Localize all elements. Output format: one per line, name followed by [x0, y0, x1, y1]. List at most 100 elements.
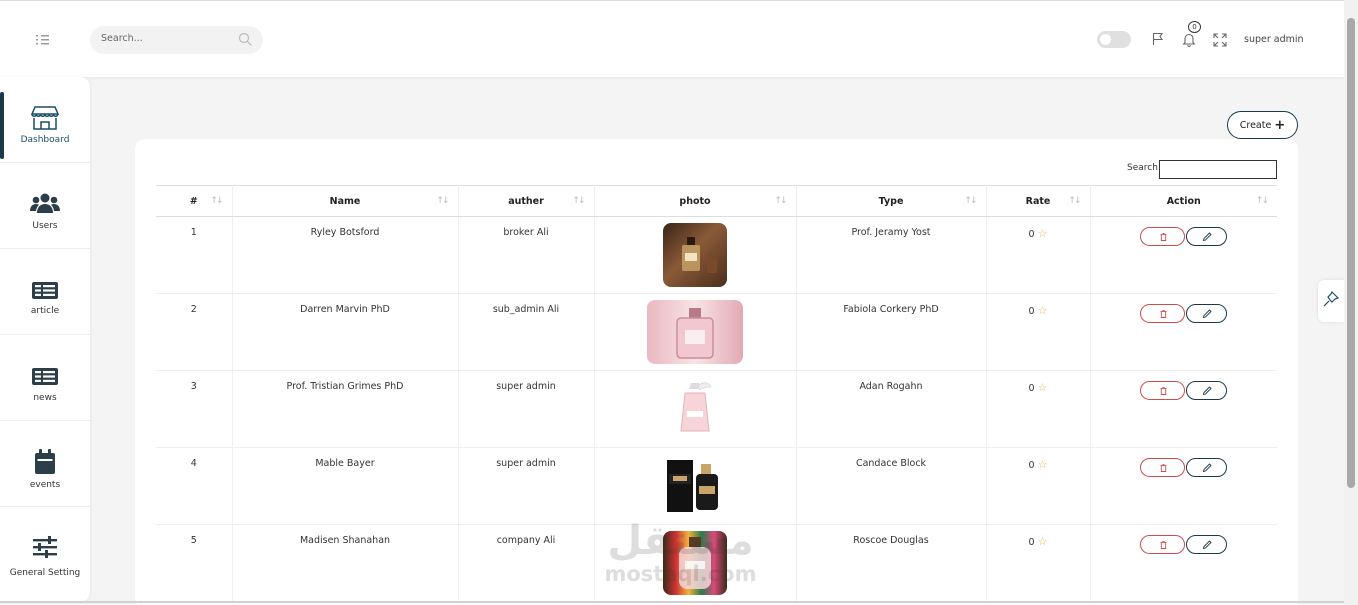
rate-value: 0	[1028, 537, 1035, 548]
news-icon	[29, 366, 61, 394]
sort-icon[interactable]: ↑↓	[1256, 196, 1269, 206]
sidebar-item-news[interactable]: news	[0, 335, 90, 421]
cell-auther: super admin	[458, 370, 595, 448]
menu-toggle-icon[interactable]	[33, 32, 55, 48]
theme-toggle[interactable]	[1097, 31, 1131, 48]
cell-auther: sub_admin Ali	[458, 293, 595, 371]
sidebar-item-label: events	[29, 480, 61, 490]
cell-name: Darren Marvin PhD	[232, 293, 459, 371]
sliders-icon	[29, 534, 61, 562]
calendar-icon	[29, 448, 61, 476]
cell-actions	[1090, 293, 1277, 371]
table-row: 4 Mable Bayer super admin Candace Block …	[156, 447, 1277, 525]
search-input[interactable]	[101, 33, 231, 44]
sort-icon[interactable]: ↑↓	[572, 196, 585, 206]
column-header-photo[interactable]: photo ↑↓	[594, 185, 797, 217]
trash-icon	[1160, 387, 1167, 395]
sidebar-item-label: Users	[32, 221, 58, 231]
table-search-label: Search:	[1127, 163, 1161, 173]
bell-icon[interactable]	[1182, 32, 1196, 50]
delete-button[interactable]	[1140, 227, 1186, 246]
user-menu[interactable]: super admin	[1244, 34, 1304, 45]
sidebar-item-dashboard[interactable]: Dashboard	[0, 77, 90, 163]
cell-id: 5	[156, 524, 233, 602]
cell-id: 1	[156, 216, 233, 294]
sidebar-item-label: news	[33, 393, 57, 403]
fullscreen-icon[interactable]	[1213, 33, 1227, 50]
column-header-action[interactable]: Action ↑↓	[1090, 185, 1277, 217]
cell-rate: 0 ☆	[986, 447, 1091, 525]
watermark-latin: mostaql.com	[604, 562, 757, 586]
rate-value: 0	[1028, 229, 1035, 240]
column-header-type[interactable]: Type ↑↓	[796, 185, 987, 217]
column-header-id[interactable]: # ↑↓	[156, 185, 233, 217]
cell-id: 2	[156, 293, 233, 371]
sort-icon[interactable]: ↑↓	[964, 196, 977, 206]
pencil-icon	[1203, 463, 1212, 473]
star-icon: ☆	[1037, 458, 1048, 471]
delete-button[interactable]	[1140, 304, 1186, 323]
delete-button[interactable]	[1140, 381, 1186, 400]
create-button[interactable]: Create +	[1227, 111, 1298, 139]
scrollbar-thumb[interactable]	[1347, 18, 1355, 488]
cell-type: Roscoe Douglas	[796, 524, 987, 602]
watermark-arabic: مستقل	[607, 518, 754, 564]
users-icon	[29, 192, 61, 220]
edit-button[interactable]	[1186, 535, 1228, 554]
sidebar-item-article[interactable]: article	[0, 249, 90, 335]
product-photo[interactable]	[663, 377, 727, 441]
top-bar: 0 super admin	[0, 0, 1344, 77]
cell-name: Mable Bayer	[232, 447, 459, 525]
table-row: 3 Prof. Tristian Grimes PhD super admin …	[156, 370, 1277, 448]
sidebar-item-users[interactable]: Users	[0, 163, 90, 249]
star-icon: ☆	[1037, 535, 1048, 548]
vertical-scrollbar[interactable]	[1344, 0, 1358, 605]
star-icon: ☆	[1037, 381, 1048, 394]
product-photo[interactable]	[647, 300, 743, 364]
pencil-icon	[1203, 232, 1212, 242]
column-header-auther[interactable]: auther ↑↓	[458, 185, 595, 217]
cell-photo	[594, 447, 797, 525]
store-icon	[29, 104, 61, 132]
sort-icon[interactable]: ↑↓	[210, 196, 223, 206]
create-button-label: Create	[1239, 119, 1272, 131]
customizer-tab[interactable]	[1318, 280, 1344, 322]
edit-button[interactable]	[1186, 304, 1228, 323]
product-photo[interactable]	[663, 454, 727, 518]
cell-actions	[1090, 524, 1277, 602]
sort-icon[interactable]: ↑↓	[436, 196, 449, 206]
pencil-icon	[1203, 540, 1212, 550]
edit-button[interactable]	[1186, 458, 1228, 477]
pin-icon	[1323, 290, 1340, 307]
product-photo[interactable]	[663, 223, 727, 287]
edit-button[interactable]	[1186, 227, 1228, 246]
edit-button[interactable]	[1186, 381, 1228, 400]
table-header-row: # ↑↓ Name ↑↓ auther ↑↓ photo ↑↓ Type ↑↓ Rate ↑…	[156, 185, 1277, 217]
sort-icon[interactable]: ↑↓	[774, 196, 787, 206]
pencil-icon	[1203, 386, 1212, 396]
rate-value: 0	[1028, 383, 1035, 394]
column-header-rate[interactable]: Rate ↑↓	[986, 185, 1091, 217]
cell-type: Fabiola Corkery PhD	[796, 293, 987, 371]
pencil-icon	[1203, 309, 1212, 319]
sidebar-item-events[interactable]: events	[0, 421, 90, 507]
cell-rate: 0 ☆	[986, 216, 1091, 294]
delete-button[interactable]	[1140, 458, 1186, 477]
sort-icon[interactable]: ↑↓	[1068, 196, 1081, 206]
table-search-input[interactable]	[1159, 160, 1277, 179]
search-icon[interactable]	[238, 32, 253, 50]
rate-value: 0	[1028, 306, 1035, 317]
sidebar-item-general-setting[interactable]: General Setting	[0, 507, 90, 593]
cell-name: Prof. Tristian Grimes PhD	[232, 370, 459, 448]
toggle-knob	[1100, 34, 1111, 45]
cell-name: Ryley Botsford	[232, 216, 459, 294]
cell-type: Candace Block	[796, 447, 987, 525]
cell-name: Madisen Shanahan	[232, 524, 459, 602]
cell-photo	[594, 293, 797, 371]
delete-button[interactable]	[1140, 535, 1186, 554]
cell-id: 3	[156, 370, 233, 448]
flag-icon[interactable]	[1151, 32, 1165, 49]
column-header-name[interactable]: Name ↑↓	[232, 185, 459, 217]
notification-badge: 0	[1188, 21, 1201, 33]
cell-rate: 0 ☆	[986, 293, 1091, 371]
